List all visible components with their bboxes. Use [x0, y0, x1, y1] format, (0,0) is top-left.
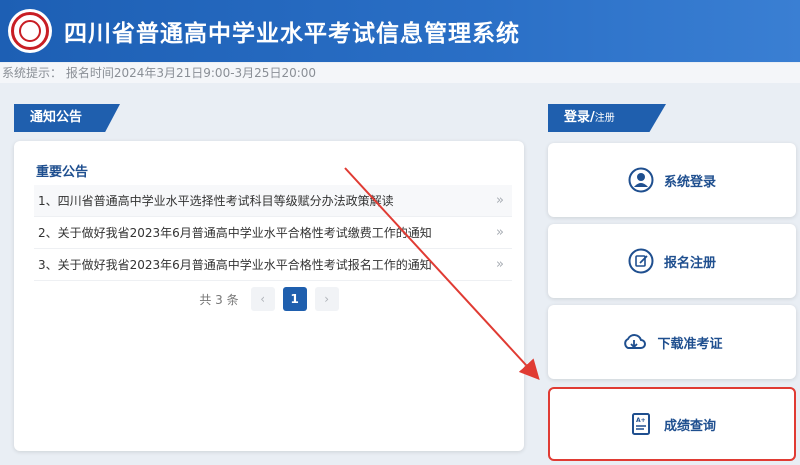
- double-chevron-icon: »: [496, 257, 504, 272]
- news-item[interactable]: 1、四川省普通高中学业水平选择性考试科目等级赋分办法政策解读 »: [34, 185, 512, 217]
- announcements-panel: 重要公告 1、四川省普通高中学业水平选择性考试科目等级赋分办法政策解读 » 2、…: [14, 141, 524, 451]
- news-item-text[interactable]: 1、四川省普通高中学业水平选择性考试科目等级赋分办法政策解读: [38, 192, 394, 209]
- site-title: 四川省普通高中学业水平考试信息管理系统: [64, 21, 520, 47]
- score-query-label: 成绩查询: [663, 418, 716, 434]
- user-icon: [628, 167, 654, 193]
- page-1-button[interactable]: 1: [282, 287, 307, 311]
- register-button[interactable]: 报名注册: [548, 224, 796, 298]
- login-tab-label: 登录/: [564, 110, 595, 125]
- report-icon: A+: [631, 413, 650, 435]
- section-title: 重要公告: [36, 165, 89, 180]
- next-page-button[interactable]: ›: [314, 287, 339, 311]
- pagination-total: 共 3 条: [199, 292, 239, 307]
- system-notice: 系统提示： 报名时间2024年3月21日9:00-3月25日20:00: [0, 63, 800, 83]
- register-tab-label: 注册: [594, 113, 615, 124]
- prev-page-button[interactable]: ‹: [250, 287, 275, 311]
- double-chevron-icon: »: [496, 193, 504, 208]
- news-list: 1、四川省普通高中学业水平选择性考试科目等级赋分办法政策解读 » 2、关于做好我…: [34, 185, 512, 281]
- download-admission-button[interactable]: 下载准考证: [548, 305, 796, 379]
- news-item[interactable]: 2、关于做好我省2023年6月普通高中学业水平合格性考试缴费工作的通知 »: [34, 217, 512, 249]
- svg-text:A+: A+: [636, 417, 646, 424]
- news-item[interactable]: 3、关于做好我省2023年6月普通高中学业水平合格性考试报名工作的通知 »: [34, 249, 512, 281]
- announcements-tab: 通知公告: [14, 104, 120, 132]
- news-item-text[interactable]: 3、关于做好我省2023年6月普通高中学业水平合格性考试报名工作的通知: [38, 256, 432, 273]
- system-login-label: 系统登录: [663, 174, 716, 190]
- app-header: 四川省普通高中学业水平考试信息管理系统: [0, 0, 800, 62]
- download-admission-label: 下载准考证: [657, 336, 723, 352]
- login-tab: 登录/注册: [548, 104, 666, 132]
- score-query-button[interactable]: A+ 成绩查询: [548, 387, 796, 461]
- news-item-text[interactable]: 2、关于做好我省2023年6月普通高中学业水平合格性考试缴费工作的通知: [38, 224, 432, 241]
- emblem-icon: [8, 9, 52, 53]
- system-login-button[interactable]: 系统登录: [548, 143, 796, 217]
- double-chevron-icon: »: [496, 225, 504, 240]
- cloud-download-icon: [624, 334, 647, 349]
- edit-icon: [628, 248, 654, 274]
- pagination: 共 3 条 ‹ 1 ›: [14, 287, 524, 311]
- register-label: 报名注册: [663, 255, 716, 271]
